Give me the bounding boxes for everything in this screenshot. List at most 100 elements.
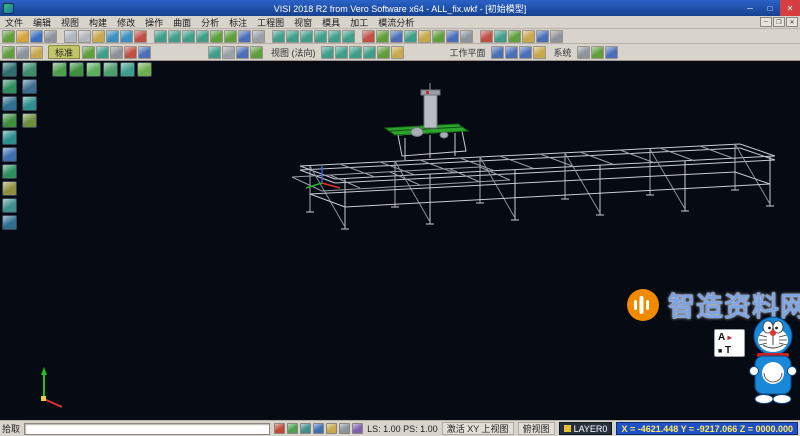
surface-icon[interactable] [446, 30, 459, 43]
menu-模流分析[interactable]: 模流分析 [373, 16, 419, 29]
status-bar: 拾取 LS: 1.00 PS: 1.00 激活 XY 上视图 俯视图 LAYER… [0, 420, 800, 436]
pan-icon[interactable] [210, 30, 223, 43]
snap-grid-icon[interactable] [326, 423, 337, 434]
zoom-in-icon[interactable] [154, 30, 167, 43]
minimize-button[interactable]: ─ [740, 0, 760, 16]
linetype-icon[interactable] [138, 46, 151, 59]
zoom-window-icon[interactable] [182, 30, 195, 43]
menu-模具[interactable]: 模具 [317, 16, 345, 29]
delete-icon[interactable] [134, 30, 147, 43]
menu-加工[interactable]: 加工 [345, 16, 373, 29]
trim-icon[interactable] [480, 30, 493, 43]
open-icon[interactable] [16, 30, 29, 43]
view-iso-icon[interactable] [321, 46, 334, 59]
grid-icon[interactable] [16, 46, 29, 59]
menu-标注[interactable]: 标注 [224, 16, 252, 29]
workplane-xy-icon[interactable] [491, 46, 504, 59]
bottom-view-icon[interactable] [342, 30, 355, 43]
redo-icon[interactable] [120, 30, 133, 43]
tab-standard[interactable]: 标准 [48, 45, 80, 59]
view-indicator[interactable]: 俯视图 [518, 422, 555, 435]
back-view-icon[interactable] [328, 30, 341, 43]
command-input[interactable] [24, 423, 270, 435]
ortho-mode-icon[interactable] [339, 423, 350, 434]
menu-文件[interactable]: 文件 [0, 16, 28, 29]
new-icon[interactable] [2, 30, 15, 43]
curve-icon[interactable] [432, 30, 445, 43]
view-normal-icon[interactable] [377, 46, 390, 59]
workplane-zx-icon[interactable] [519, 46, 532, 59]
toolbar-group [64, 30, 147, 43]
snap-center-icon[interactable] [300, 423, 311, 434]
front-view-icon[interactable] [300, 30, 313, 43]
view-side-icon[interactable] [363, 46, 376, 59]
menu-视图[interactable]: 视图 [56, 16, 84, 29]
track-mode-icon[interactable] [352, 423, 363, 434]
workplane-indicator[interactable]: 激活 XY 上视图 [442, 422, 514, 435]
menu-构建[interactable]: 构建 [84, 16, 112, 29]
maximize-button[interactable]: □ [760, 0, 780, 16]
copy-icon[interactable] [78, 30, 91, 43]
view-top-icon[interactable] [335, 46, 348, 59]
measure-icon[interactable] [536, 30, 549, 43]
menu-曲面[interactable]: 曲面 [168, 16, 196, 29]
color-icon[interactable] [124, 46, 137, 59]
close-button[interactable]: ✕ [780, 0, 800, 16]
settings-icon[interactable] [577, 46, 590, 59]
menu-视窗[interactable]: 视窗 [289, 16, 317, 29]
save-icon[interactable] [30, 30, 43, 43]
render-hidden-icon[interactable] [236, 46, 249, 59]
layer-off-icon[interactable] [110, 46, 123, 59]
print-icon[interactable] [44, 30, 57, 43]
snap-icon[interactable] [30, 46, 43, 59]
right-view-icon[interactable] [314, 30, 327, 43]
dynamic-rotate-icon[interactable] [250, 46, 263, 59]
chamfer-icon[interactable] [522, 30, 535, 43]
zoom-out-icon[interactable] [168, 30, 181, 43]
child-restore-button[interactable]: ❐ [773, 17, 785, 27]
child-minimize-button[interactable]: ─ [760, 17, 772, 27]
fillet-icon[interactable] [508, 30, 521, 43]
view-front-icon[interactable] [349, 46, 362, 59]
render-wire-icon[interactable] [222, 46, 235, 59]
red-arrow-icon: ▸ [728, 333, 732, 342]
paste-icon[interactable] [92, 30, 105, 43]
menu-编辑[interactable]: 编辑 [28, 16, 56, 29]
properties-icon[interactable] [550, 30, 563, 43]
iso-view-icon[interactable] [272, 30, 285, 43]
database-icon[interactable] [591, 46, 604, 59]
layer-manager-icon[interactable] [82, 46, 95, 59]
zoom-fit-icon[interactable] [196, 30, 209, 43]
workplane-yz-icon[interactable] [505, 46, 518, 59]
snap-end-icon[interactable] [274, 423, 285, 434]
workplane-custom-icon[interactable] [533, 46, 546, 59]
snap-intersect-icon[interactable] [313, 423, 324, 434]
child-close-button[interactable]: ✕ [786, 17, 798, 27]
undo-icon[interactable] [106, 30, 119, 43]
point-icon[interactable] [362, 30, 375, 43]
menu-分析[interactable]: 分析 [196, 16, 224, 29]
line-icon[interactable] [376, 30, 389, 43]
layer-selector[interactable]: LAYER0 [559, 422, 613, 435]
render-shaded-icon[interactable] [208, 46, 221, 59]
help-icon[interactable] [605, 46, 618, 59]
menu-操作[interactable]: 操作 [140, 16, 168, 29]
arc-icon[interactable] [390, 30, 403, 43]
circle-icon[interactable] [404, 30, 417, 43]
layer-color-icon [564, 425, 571, 432]
select-icon[interactable] [2, 46, 15, 59]
rotate-view-icon[interactable] [224, 30, 237, 43]
menu-工程图[interactable]: 工程图 [252, 16, 289, 29]
menu-修改[interactable]: 修改 [112, 16, 140, 29]
cut-icon[interactable] [64, 30, 77, 43]
view-previous-icon[interactable] [391, 46, 404, 59]
top-view-icon[interactable] [286, 30, 299, 43]
viewport-3d[interactable]: 智造资料网 A ▸ ■ T [0, 61, 800, 420]
layer-on-icon[interactable] [96, 46, 109, 59]
solid-icon[interactable] [460, 30, 473, 43]
wireframe-view-icon[interactable] [252, 30, 265, 43]
snap-mid-icon[interactable] [287, 423, 298, 434]
rectangle-icon[interactable] [418, 30, 431, 43]
shaded-view-icon[interactable] [238, 30, 251, 43]
extend-icon[interactable] [494, 30, 507, 43]
